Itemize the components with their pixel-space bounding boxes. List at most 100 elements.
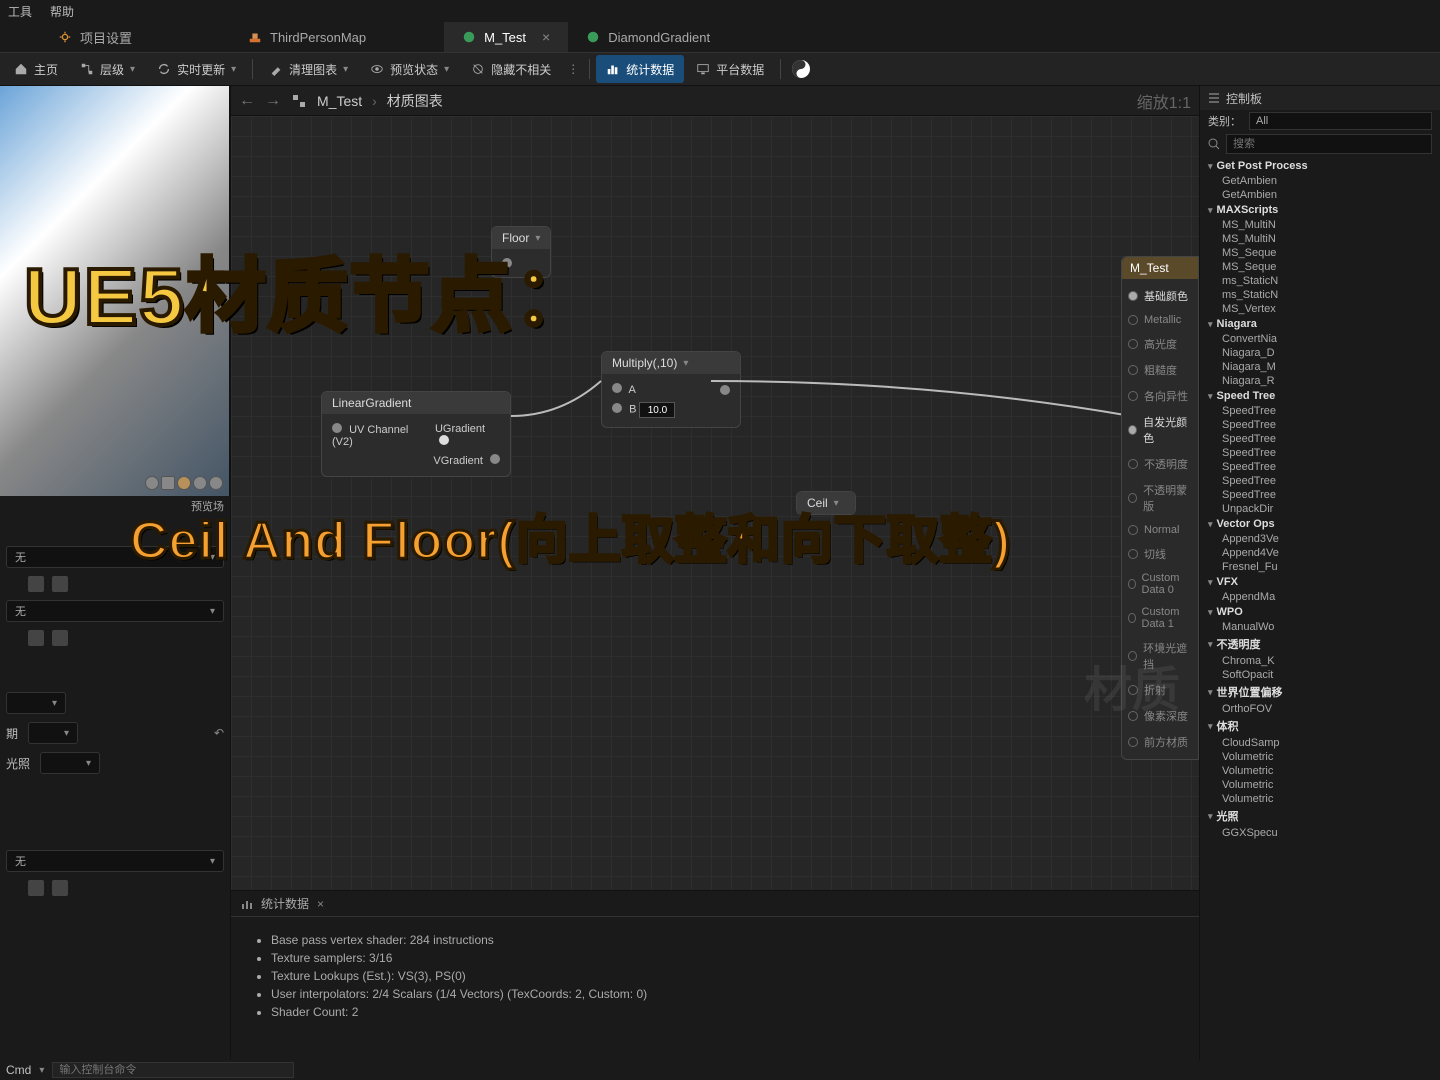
- tree-item[interactable]: GetAmbien: [1200, 174, 1440, 188]
- tree-category[interactable]: Get Post Process: [1200, 158, 1440, 174]
- tab-m-test[interactable]: M_Test ×: [444, 22, 568, 52]
- undo-icon[interactable]: ↶: [214, 726, 224, 740]
- output-pin[interactable]: [490, 454, 500, 464]
- tab-thirdpersonmap[interactable]: ThirdPersonMap: [230, 22, 384, 52]
- result-pin[interactable]: 粗糙度: [1128, 357, 1192, 383]
- folder-icon[interactable]: [52, 576, 68, 592]
- shape-cube[interactable]: [161, 476, 175, 490]
- browse-icon[interactable]: [28, 630, 44, 646]
- tree-category[interactable]: WPO: [1200, 604, 1440, 620]
- menu-tools[interactable]: 工具: [8, 3, 32, 20]
- result-pin[interactable]: 不透明度: [1128, 451, 1192, 477]
- tree-category[interactable]: 光照: [1200, 806, 1440, 826]
- tree-item[interactable]: GetAmbien: [1200, 188, 1440, 202]
- shape-sphere[interactable]: [145, 476, 159, 490]
- result-pin[interactable]: Metallic: [1128, 309, 1192, 331]
- input-pin[interactable]: [332, 423, 342, 433]
- hide-button[interactable]: 隐藏不相关: [461, 55, 561, 83]
- tree-item[interactable]: Niagara_R: [1200, 374, 1440, 388]
- tree-item[interactable]: Volumetric: [1200, 778, 1440, 792]
- result-pin[interactable]: Custom Data 1: [1128, 601, 1192, 635]
- tree-item[interactable]: ms_StaticN: [1200, 274, 1440, 288]
- clear-button[interactable]: 清理图表 ▾: [259, 55, 358, 83]
- folder-icon[interactable]: [52, 630, 68, 646]
- shape-cylinder[interactable]: [177, 476, 191, 490]
- nav-back[interactable]: ←: [239, 92, 255, 110]
- tree-item[interactable]: UnpackDir: [1200, 502, 1440, 516]
- result-pin[interactable]: 各向异性: [1128, 383, 1192, 409]
- tree-category[interactable]: Niagara: [1200, 316, 1440, 332]
- tree-item[interactable]: OrthoFOV: [1200, 702, 1440, 716]
- result-pin[interactable]: 不透明蒙版: [1128, 477, 1192, 519]
- tree-item[interactable]: SpeedTree: [1200, 488, 1440, 502]
- tree-item[interactable]: ConvertNia: [1200, 332, 1440, 346]
- tree-item[interactable]: Volumetric: [1200, 792, 1440, 806]
- chevron-down-icon[interactable]: ▾: [39, 1065, 44, 1076]
- tree-item[interactable]: Niagara_D: [1200, 346, 1440, 360]
- tree-item[interactable]: SpeedTree: [1200, 432, 1440, 446]
- shape-plane[interactable]: [193, 476, 207, 490]
- tree-item[interactable]: Append3Ve: [1200, 532, 1440, 546]
- tree-category[interactable]: VFX: [1200, 574, 1440, 590]
- nav-forward[interactable]: →: [265, 92, 281, 110]
- preview-button[interactable]: 预览状态 ▾: [360, 55, 459, 83]
- platform-button[interactable]: 平台数据: [686, 55, 774, 83]
- tree-category[interactable]: 不透明度: [1200, 634, 1440, 654]
- tree-item[interactable]: Niagara_M: [1200, 360, 1440, 374]
- stats-tab-label[interactable]: 统计数据: [261, 895, 309, 912]
- tree-item[interactable]: MS_Seque: [1200, 246, 1440, 260]
- input-pin-a[interactable]: [612, 383, 622, 393]
- prop-select-6[interactable]: 无▾: [6, 850, 224, 872]
- result-pin[interactable]: 前方材质: [1128, 729, 1192, 755]
- close-icon[interactable]: ×: [542, 29, 550, 45]
- tree-item[interactable]: SpeedTree: [1200, 460, 1440, 474]
- tree-category[interactable]: Vector Ops: [1200, 516, 1440, 532]
- input-pin-b[interactable]: [612, 403, 622, 413]
- tree-item[interactable]: MS_Seque: [1200, 260, 1440, 274]
- browse-icon[interactable]: [28, 576, 44, 592]
- tree-category[interactable]: 体积: [1200, 716, 1440, 736]
- tree-item[interactable]: AppendMa: [1200, 590, 1440, 604]
- prop-select-2[interactable]: 无▾: [6, 600, 224, 622]
- prop-select-5[interactable]: ▾: [40, 752, 100, 774]
- yinyang-icon[interactable]: [791, 59, 811, 79]
- node-lineargradient[interactable]: LinearGradient UV Channel (V2)UGradient …: [321, 391, 511, 477]
- tree-item[interactable]: SpeedTree: [1200, 404, 1440, 418]
- tree-item[interactable]: MS_Vertex: [1200, 302, 1440, 316]
- palette-tree[interactable]: Get Post ProcessGetAmbienGetAmbienMAXScr…: [1200, 156, 1440, 1060]
- node-multiply[interactable]: Multiply(,10)▾ A B: [601, 351, 741, 428]
- close-icon[interactable]: ×: [317, 897, 324, 911]
- tree-item[interactable]: SpeedTree: [1200, 446, 1440, 460]
- tab-diamondgradient[interactable]: DiamondGradient: [568, 22, 728, 52]
- prop-select-4[interactable]: ▾: [28, 722, 78, 744]
- result-pin[interactable]: 基础颜色: [1128, 283, 1192, 309]
- tree-item[interactable]: Volumetric: [1200, 764, 1440, 778]
- tree-item[interactable]: CloudSamp: [1200, 736, 1440, 750]
- tree-item[interactable]: Fresnel_Fu: [1200, 560, 1440, 574]
- level-button[interactable]: 层级 ▾: [70, 55, 145, 83]
- tree-item[interactable]: MS_MultiN: [1200, 232, 1440, 246]
- home-button[interactable]: 主页: [4, 55, 68, 83]
- tree-category[interactable]: MAXScripts: [1200, 202, 1440, 218]
- tree-item[interactable]: SpeedTree: [1200, 474, 1440, 488]
- crumb-root[interactable]: M_Test: [317, 93, 362, 109]
- tree-item[interactable]: Append4Ve: [1200, 546, 1440, 560]
- tree-item[interactable]: Chroma_K: [1200, 654, 1440, 668]
- output-pin[interactable]: [720, 385, 730, 395]
- tree-category[interactable]: Speed Tree: [1200, 388, 1440, 404]
- live-button[interactable]: 实时更新 ▾: [147, 55, 246, 83]
- output-pin[interactable]: [439, 435, 449, 445]
- tree-item[interactable]: MS_MultiN: [1200, 218, 1440, 232]
- shape-custom[interactable]: [209, 476, 223, 490]
- tab-project-settings[interactable]: 项目设置: [40, 22, 150, 52]
- search-input[interactable]: [1226, 134, 1432, 154]
- tree-item[interactable]: SpeedTree: [1200, 418, 1440, 432]
- folder-icon[interactable]: [52, 880, 68, 896]
- tree-item[interactable]: GGXSpecu: [1200, 826, 1440, 840]
- menu-help[interactable]: 帮助: [50, 3, 74, 20]
- tree-item[interactable]: ms_StaticN: [1200, 288, 1440, 302]
- tree-item[interactable]: Volumetric: [1200, 750, 1440, 764]
- more-icon[interactable]: ⋮: [563, 62, 583, 76]
- crumb-sub[interactable]: 材质图表: [387, 91, 443, 111]
- tree-item[interactable]: ManualWo: [1200, 620, 1440, 634]
